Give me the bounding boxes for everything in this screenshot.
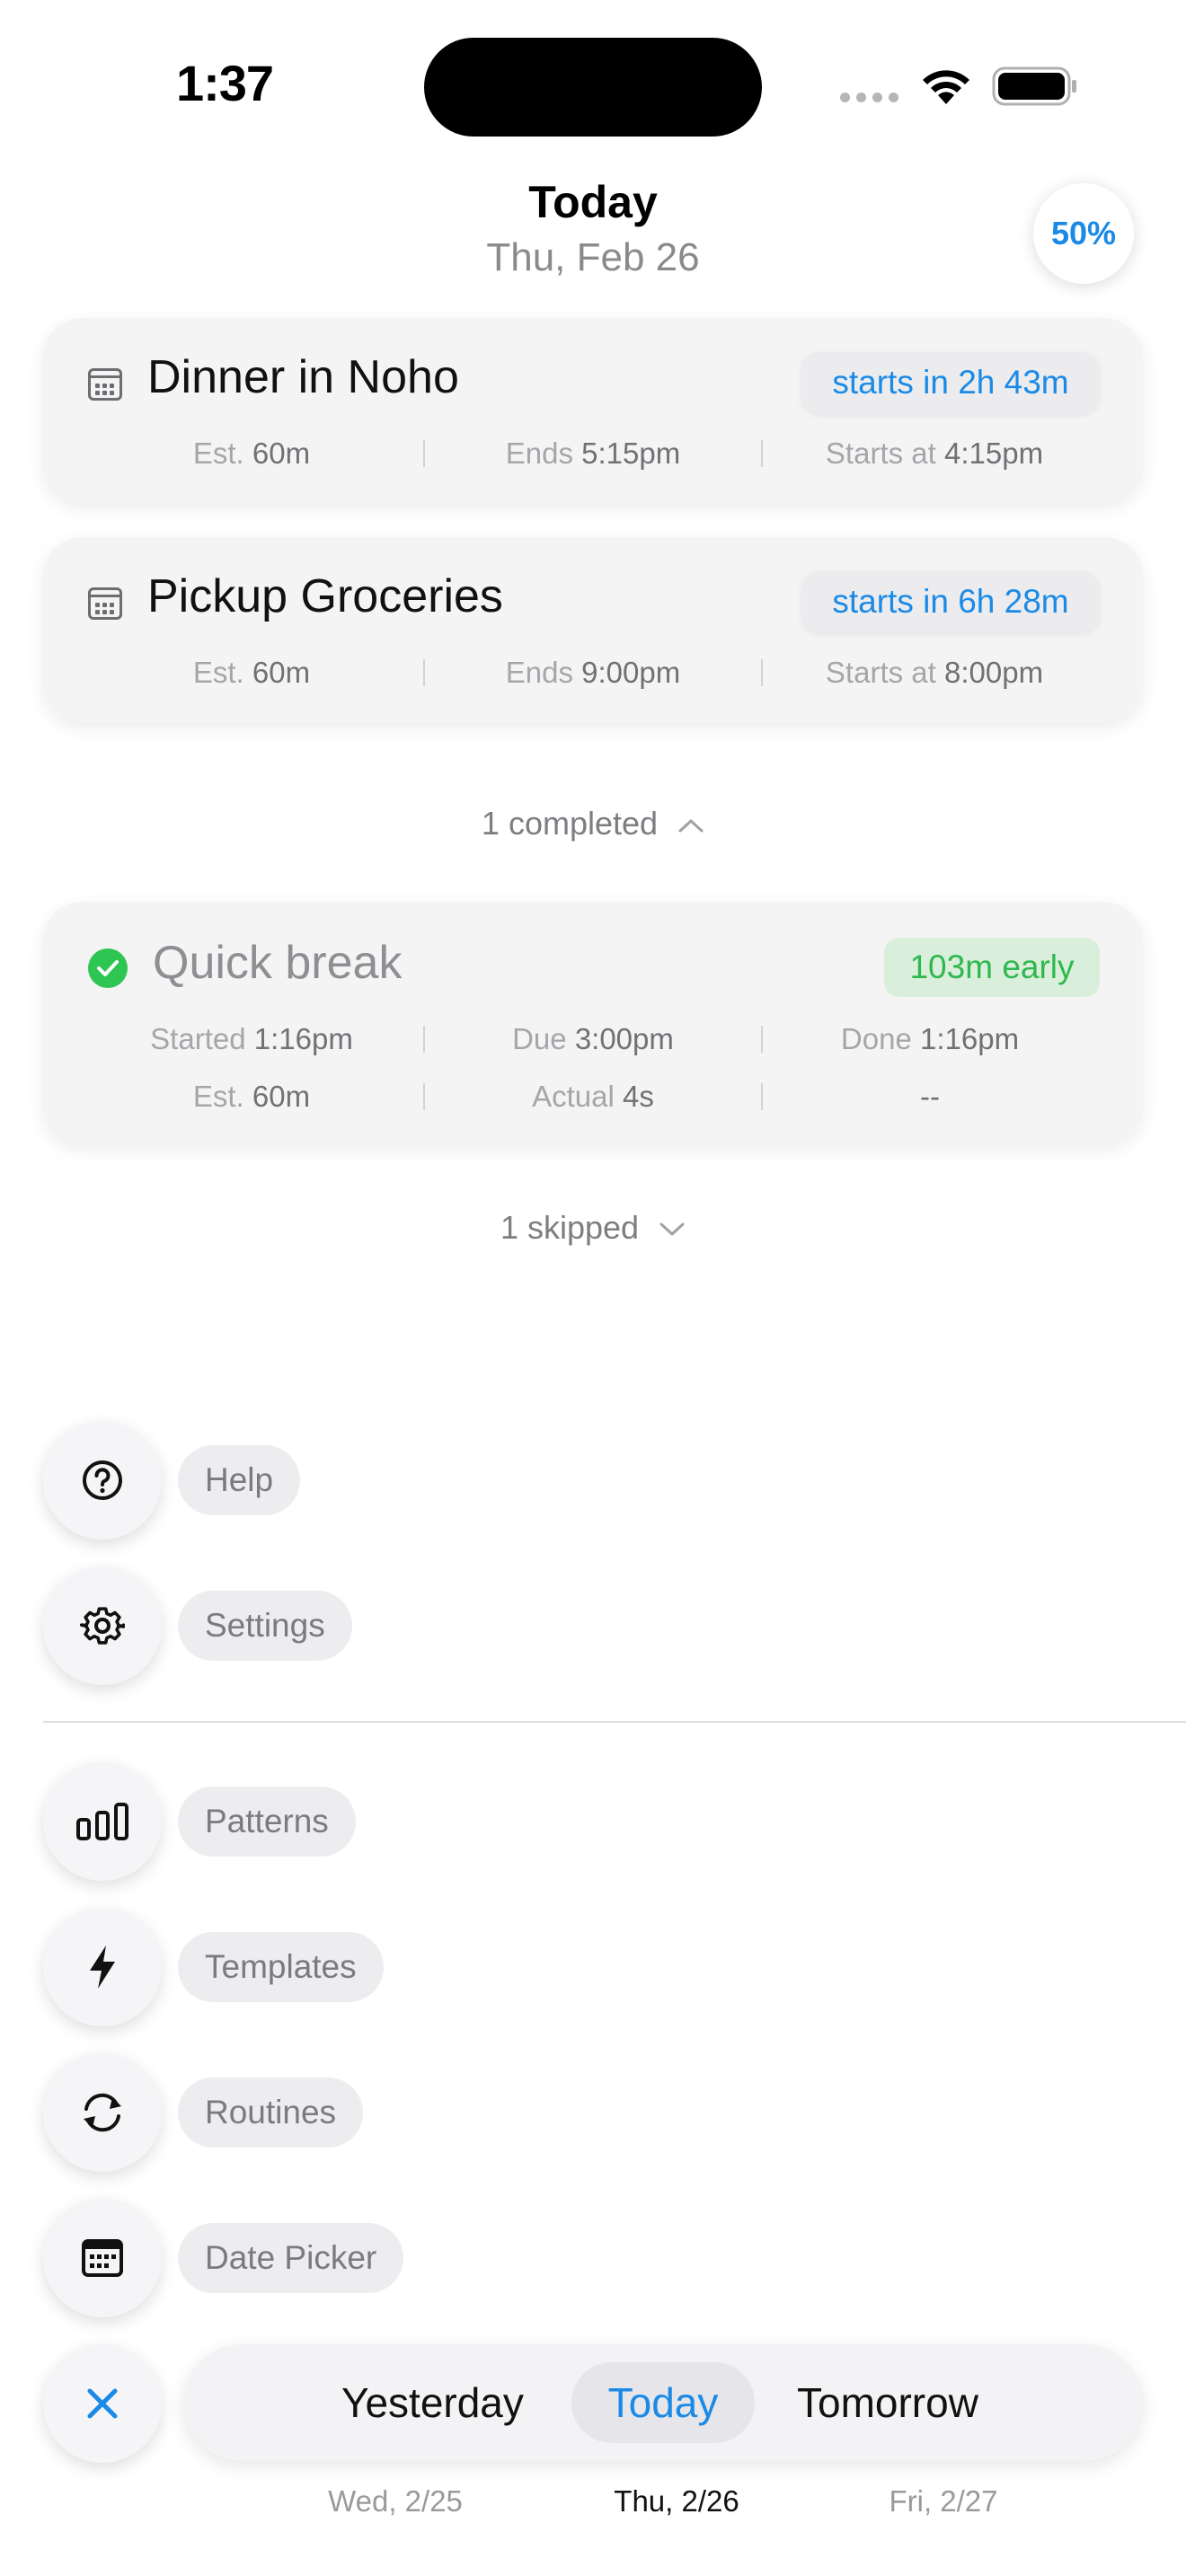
actual-meta: Actual 4s <box>532 1080 654 1113</box>
ends-meta: Ends 5:15pm <box>505 437 681 470</box>
divider <box>761 440 763 467</box>
est-meta: Est. 60m <box>192 1080 311 1113</box>
lightning-bolt-icon <box>90 1945 115 1989</box>
status-time: 1:37 <box>175 55 274 111</box>
calendar-icon <box>82 2239 123 2277</box>
close-icon <box>87 2388 118 2419</box>
est-meta: Est. 60m <box>192 656 311 689</box>
settings-label[interactable]: Settings <box>178 1591 352 1661</box>
calendar-icon <box>88 368 122 401</box>
divider <box>423 440 425 467</box>
templates-label[interactable]: Templates <box>178 1932 384 2002</box>
progress-badge-button[interactable]: 50% <box>1033 183 1134 284</box>
divider <box>761 659 763 686</box>
early-badge: 103m early <box>884 938 1100 997</box>
patterns-label[interactable]: Patterns <box>178 1786 356 1857</box>
help-label[interactable]: Help <box>178 1445 301 1515</box>
chevron-up-icon <box>678 819 704 833</box>
templates-button[interactable] <box>43 1908 162 2026</box>
date-picker-label[interactable]: Date Picker <box>178 2223 404 2293</box>
tomorrow-date: Fri, 2/27 <box>889 2484 998 2518</box>
done-meta: Done 1:16pm <box>840 1022 1020 1055</box>
dynamic-island <box>424 38 762 137</box>
starts-in-badge: starts in 2h 43m <box>801 352 1100 413</box>
ends-meta: Ends 9:00pm <box>505 656 681 689</box>
close-menu-button[interactable] <box>43 2344 162 2463</box>
tomorrow-tab[interactable]: Tomorrow <box>797 2378 978 2427</box>
divider <box>423 1083 425 1110</box>
bar-chart-icon <box>76 1803 128 1840</box>
divider <box>423 659 425 686</box>
est-meta: Est. 60m <box>192 437 311 470</box>
empty-meta: -- <box>920 1080 940 1113</box>
completed-toggle[interactable]: 1 completed <box>0 805 1186 842</box>
page-date: Thu, Feb 26 <box>486 235 700 279</box>
divider <box>761 1026 763 1053</box>
task-title: Dinner in Noho <box>147 351 459 403</box>
skipped-toggle[interactable]: 1 skipped <box>0 1209 1186 1247</box>
wifi-icon <box>923 70 969 104</box>
chevron-down-icon <box>659 1222 685 1236</box>
starts-in-badge: starts in 6h 28m <box>801 571 1100 632</box>
cellular-signal-icon <box>840 93 898 102</box>
routines-label[interactable]: Routines <box>178 2078 364 2148</box>
refresh-cycle-icon <box>84 2093 121 2132</box>
starts-at-meta: Starts at 8:00pm <box>825 656 1044 689</box>
patterns-button[interactable] <box>43 1762 162 1881</box>
page-title: Today <box>528 177 658 227</box>
settings-button[interactable] <box>43 1566 162 1685</box>
question-circle-icon <box>83 1460 122 1500</box>
today-tab[interactable]: Today <box>571 2362 755 2443</box>
help-button[interactable] <box>43 1421 162 1539</box>
due-meta: Due 3:00pm <box>512 1022 674 1055</box>
yesterday-tab[interactable]: Yesterday <box>341 2378 524 2427</box>
gear-icon <box>80 1607 125 1645</box>
yesterday-date: Wed, 2/25 <box>328 2484 463 2518</box>
calendar-icon <box>88 587 122 620</box>
divider <box>761 1083 763 1110</box>
starts-at-meta: Starts at 4:15pm <box>825 437 1044 470</box>
started-meta: Started 1:16pm <box>150 1022 353 1055</box>
divider <box>423 1026 425 1053</box>
routines-button[interactable] <box>43 2053 162 2172</box>
menu-divider <box>43 1721 1186 1723</box>
today-date: Thu, 2/26 <box>614 2484 739 2518</box>
date-picker-button[interactable] <box>43 2199 162 2317</box>
task-title: Quick break <box>153 937 403 989</box>
check-circle-icon <box>88 948 128 988</box>
battery-icon <box>992 66 1076 106</box>
task-title: Pickup Groceries <box>147 570 503 622</box>
